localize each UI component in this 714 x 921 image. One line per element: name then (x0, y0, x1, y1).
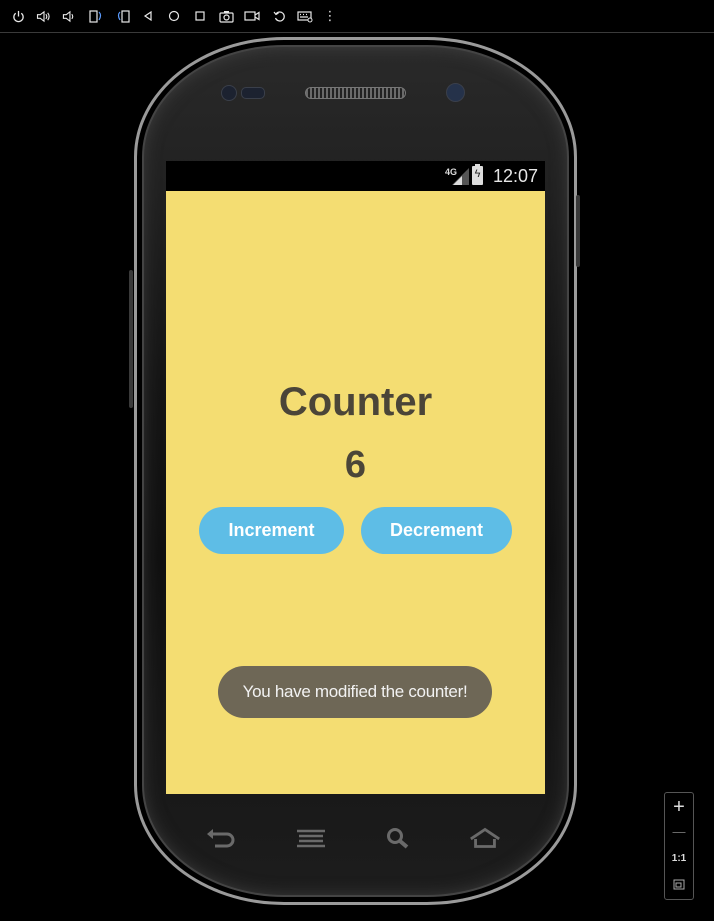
menu-key-icon[interactable] (294, 825, 328, 851)
back-key-icon[interactable] (204, 825, 238, 851)
light-sensor-icon (241, 87, 265, 99)
proximity-sensor-icon (221, 85, 237, 101)
emulator-toolbar: ⋮ (0, 0, 714, 33)
home-icon[interactable] (165, 7, 183, 25)
status-bar: 4G ϟ 12:07 (166, 161, 545, 191)
status-clock: 12:07 (492, 166, 538, 186)
decrement-button[interactable]: Decrement (361, 507, 512, 554)
toast-message: You have modified the counter! (218, 666, 492, 718)
more-icon[interactable]: ⋮ (321, 7, 339, 25)
video-icon[interactable] (243, 7, 261, 25)
back-icon[interactable] (139, 7, 157, 25)
battery-icon: ϟ (472, 164, 483, 185)
overview-icon[interactable] (191, 7, 209, 25)
rotate-right-icon[interactable] (114, 7, 132, 25)
power-icon[interactable] (9, 7, 27, 25)
zoom-actual-size-button[interactable]: 1:1 (665, 846, 693, 870)
keyboard-icon[interactable] (296, 7, 314, 25)
signal-icon (452, 168, 469, 185)
counter-value: 6 (344, 444, 367, 486)
camera-icon[interactable] (217, 7, 235, 25)
search-key-icon[interactable] (381, 825, 415, 851)
fit-screen-icon[interactable] (665, 872, 693, 896)
zoom-in-button[interactable]: + (665, 795, 693, 819)
volume-down-icon[interactable] (60, 7, 78, 25)
page-title: Counter (278, 380, 433, 424)
front-camera-icon (446, 83, 465, 102)
zoom-out-button[interactable]: — (665, 819, 693, 843)
app-screen: Counter 6 Increment Decrement You have m… (166, 191, 545, 794)
home-key-icon[interactable] (468, 825, 502, 851)
zoom-controls: + — 1:1 (664, 792, 694, 900)
increment-button[interactable]: Increment (199, 507, 344, 554)
volume-rocker (129, 270, 133, 408)
rotate-left-icon[interactable] (87, 7, 105, 25)
replay-icon[interactable] (270, 7, 288, 25)
power-side-button (576, 195, 580, 267)
earpiece-speaker (305, 87, 406, 99)
volume-up-icon[interactable] (35, 7, 53, 25)
